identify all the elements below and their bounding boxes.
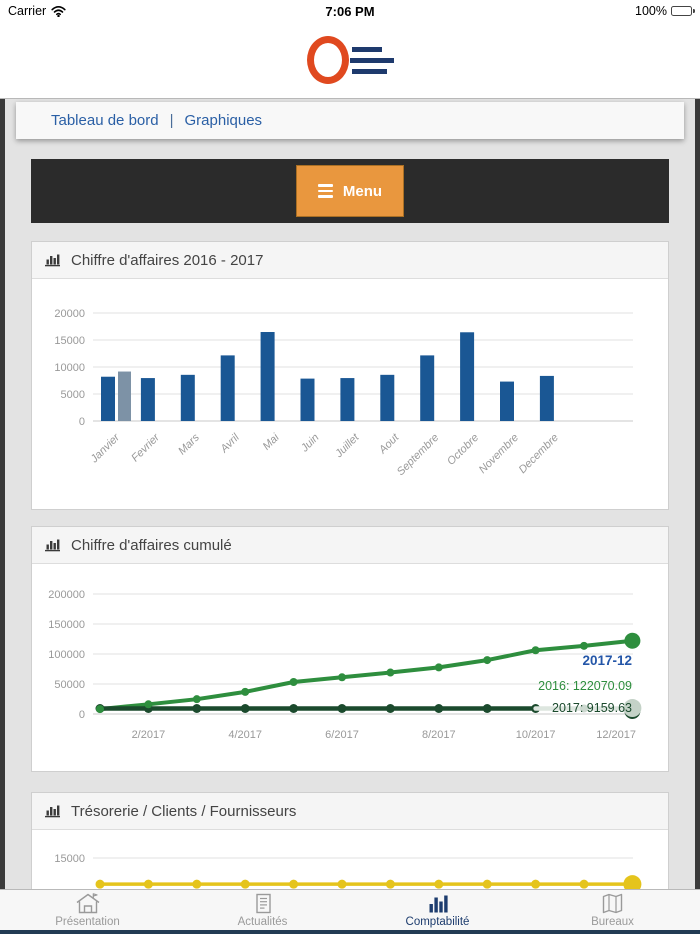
svg-text:6/2017: 6/2017 xyxy=(325,729,359,741)
tab-label: Bureaux xyxy=(591,916,634,928)
card-cumulative-title: Chiffre d'affaires cumulé xyxy=(71,536,232,554)
svg-text:Octobre: Octobre xyxy=(445,432,481,468)
chart-icon xyxy=(45,805,60,818)
app-screen: Carrier 7:06 PM 100% Tableau de bord | G… xyxy=(0,0,700,934)
tab-label: Comptabilité xyxy=(405,916,470,928)
svg-text:Fevrier: Fevrier xyxy=(129,431,163,465)
svg-text:5000: 5000 xyxy=(61,389,85,401)
breadcrumb-separator: | xyxy=(169,112,174,129)
news-icon xyxy=(255,893,271,914)
svg-text:Septembre: Septembre xyxy=(395,432,442,479)
svg-text:Avril: Avril xyxy=(218,431,243,456)
svg-text:Janvier: Janvier xyxy=(88,431,123,466)
breadcrumb-link-tableau-de-bord[interactable]: Tableau de bord xyxy=(51,112,159,129)
map-icon xyxy=(602,893,623,914)
hamburger-icon xyxy=(317,184,333,198)
svg-text:Juin: Juin xyxy=(298,432,321,455)
battery-percent-label: 100% xyxy=(635,4,667,18)
chart-icon xyxy=(45,539,60,552)
app-logo xyxy=(306,36,394,84)
card-treasury-title: Trésorerie / Clients / Fournisseurs xyxy=(71,802,297,820)
svg-text:Juillet: Juillet xyxy=(332,431,362,461)
card-treasury: Trésorerie / Clients / Fournisseurs 1500… xyxy=(31,792,669,889)
svg-text:50000: 50000 xyxy=(54,679,85,691)
app-header xyxy=(0,22,700,99)
svg-text:Aout: Aout xyxy=(376,431,402,457)
revenue-bar-chart[interactable]: 0 5000 10000 15000 20000 Janvier Fevrier Mars Av… xyxy=(32,279,668,509)
tab-comptabilite[interactable]: Comptabilité xyxy=(350,890,525,930)
home-icon xyxy=(76,893,99,914)
treasury-line-chart[interactable]: 150007500 xyxy=(32,830,668,889)
tab-label: Présentation xyxy=(55,916,120,928)
svg-text:100000: 100000 xyxy=(48,649,85,661)
cumulative-line-chart[interactable]: 0 50000 100000 150000 200000 2/2017 4/2017 6/20… xyxy=(32,564,668,771)
svg-text:Mars: Mars xyxy=(176,431,202,457)
menu-button-label: Menu xyxy=(342,182,383,200)
card-revenue-header: Chiffre d'affaires 2016 - 2017 xyxy=(32,242,668,279)
tab-presentation[interactable]: Présentation xyxy=(0,890,175,930)
svg-text:2016: 122070.09: 2016: 122070.09 xyxy=(538,679,632,693)
bottom-strip xyxy=(0,930,700,934)
logo-bars xyxy=(342,46,394,74)
svg-text:150000: 150000 xyxy=(48,619,85,631)
clock-label: 7:06 PM xyxy=(325,3,375,19)
svg-text:Mai: Mai xyxy=(261,431,282,452)
svg-text:20000: 20000 xyxy=(54,308,85,320)
svg-text:Novembre: Novembre xyxy=(477,432,521,476)
svg-text:Decembre: Decembre xyxy=(517,432,561,476)
svg-text:0: 0 xyxy=(79,416,85,428)
footer: Présentation Actualités Comptabilité Bur… xyxy=(0,889,700,934)
tab-bureaux[interactable]: Bureaux xyxy=(525,890,700,930)
svg-text:0: 0 xyxy=(79,709,85,721)
chart-icon xyxy=(45,254,60,267)
menu-bar: Menu xyxy=(31,159,669,223)
svg-text:10000: 10000 xyxy=(54,362,85,374)
svg-text:15000: 15000 xyxy=(54,335,85,347)
svg-text:10/2017: 10/2017 xyxy=(516,729,556,741)
svg-text:2/2017: 2/2017 xyxy=(132,729,166,741)
bar-chart-icon xyxy=(429,895,448,913)
card-treasury-header: Trésorerie / Clients / Fournisseurs xyxy=(32,793,668,830)
breadcrumb: Tableau de bord | Graphiques xyxy=(16,102,684,139)
card-cumulative: Chiffre d'affaires cumulé 0 50000 100000 15… xyxy=(31,526,669,772)
menu-button[interactable]: Menu xyxy=(296,165,404,217)
tab-bar: Présentation Actualités Comptabilité Bur… xyxy=(0,889,700,930)
svg-text:2017: 9159.63: 2017: 9159.63 xyxy=(552,701,632,715)
battery-icon xyxy=(671,6,695,16)
svg-text:12/2017: 12/2017 xyxy=(596,729,636,741)
svg-text:4/2017: 4/2017 xyxy=(228,729,262,741)
svg-text:200000: 200000 xyxy=(48,589,85,601)
card-revenue-title: Chiffre d'affaires 2016 - 2017 xyxy=(71,251,264,269)
page-body: Tableau de bord | Graphiques Menu Chiffr… xyxy=(0,99,700,889)
svg-text:8/2017: 8/2017 xyxy=(422,729,456,741)
tab-actualites[interactable]: Actualités xyxy=(175,890,350,930)
breadcrumb-link-graphiques[interactable]: Graphiques xyxy=(185,112,263,129)
card-cumulative-header: Chiffre d'affaires cumulé xyxy=(32,527,668,564)
svg-text:2017-12: 2017-12 xyxy=(582,653,632,668)
status-bar: Carrier 7:06 PM 100% xyxy=(0,0,700,22)
tab-label: Actualités xyxy=(237,916,288,928)
card-revenue: Chiffre d'affaires 2016 - 2017 0 5000 1000… xyxy=(31,241,669,510)
svg-text:15000: 15000 xyxy=(54,853,85,865)
